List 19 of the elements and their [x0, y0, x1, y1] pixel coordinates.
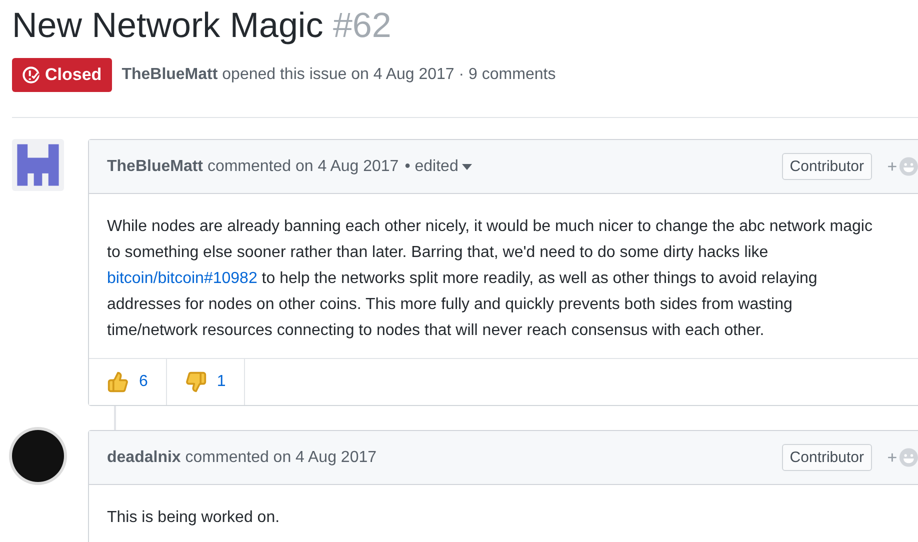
closed-issue-icon	[22, 66, 40, 84]
comment-body: While nodes are already banning each other nicely, it would be much nicer to change the abc network magic to something else sooner rather than later. Barring that, we'd need to do some dirty hacks like bitcoin/bitcoin#10982 to help the networks split more readily, as well as other things to avoid relaying addresses for nodes on other coins. This more fully and quickly prevents both sides from wasting time/network resources connecting to nodes that will never reach consensus with each other.	[106, 217, 874, 341]
issue-link[interactable]: bitcoin/bitcoin#10982	[107, 270, 258, 287]
add-reaction-icon[interactable]	[886, 447, 918, 468]
role-label: Contributor	[782, 444, 872, 471]
issue-title: New Network Magic #62	[12, 5, 392, 47]
role-label: Contributor	[782, 153, 872, 180]
thumbs-up-icon	[107, 371, 129, 393]
comment-meta: TheBlueMatt commented on 4 Aug 2017	[107, 158, 399, 176]
add-reaction-icon[interactable]	[886, 156, 918, 177]
comment-meta: deadalnix commented on 4 Aug 2017	[107, 448, 377, 466]
caret-icon	[462, 164, 472, 170]
thumbs-down-icon	[184, 371, 207, 393]
edited-dropdown[interactable]: • edited	[404, 158, 472, 176]
comment-body: This is being worked on.	[106, 508, 281, 528]
reaction-button[interactable]: 6	[89, 359, 167, 405]
issue-meta: TheBlueMatt opened this issue on 4 Aug 2017 · 9 comments	[122, 66, 556, 84]
status-badge: Closed	[12, 58, 112, 92]
avatar	[12, 430, 64, 482]
